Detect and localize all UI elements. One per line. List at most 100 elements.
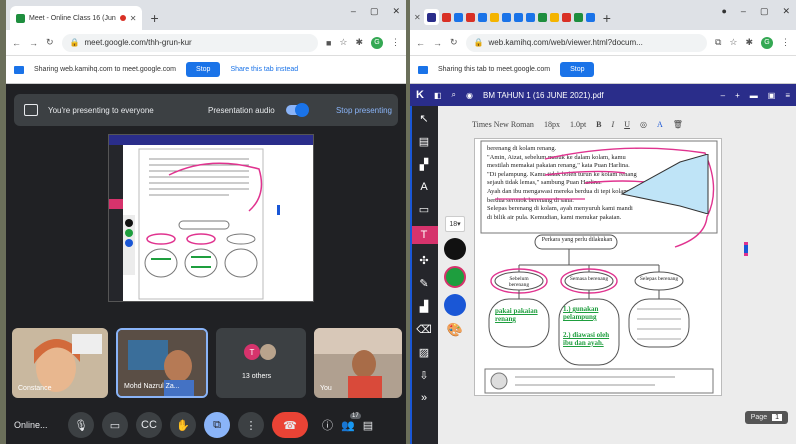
present-now-button[interactable]: ⧉	[204, 412, 230, 438]
profile-avatar[interactable]: G	[761, 36, 773, 49]
forward-icon[interactable]: →	[433, 38, 442, 48]
participant-tile[interactable]: Mohd Nazrul Za...	[116, 328, 208, 398]
font-size-select[interactable]: 18px	[544, 120, 560, 129]
info-icon[interactable]: ⓘ	[322, 417, 333, 433]
note-tool-icon[interactable]: ▭	[419, 203, 429, 216]
folder-icon[interactable]: ▬	[750, 91, 758, 100]
line-spacing-select[interactable]: 1.0pt	[570, 120, 586, 129]
raise-hand-button[interactable]: ✋	[170, 412, 196, 438]
delete-icon[interactable]: 🗑	[673, 120, 683, 129]
highlight-tool-icon[interactable]: ▞	[420, 158, 428, 171]
sidebar-toggle-icon[interactable]: ◧	[434, 91, 442, 100]
close-window-icon[interactable]: ✕	[782, 6, 790, 17]
color-green-swatch[interactable]	[444, 266, 466, 288]
select-tool-icon[interactable]: ↖	[419, 112, 428, 125]
microphone-button[interactable]: 🎙	[68, 412, 94, 438]
bold-icon[interactable]: B	[596, 120, 601, 129]
page-number-input[interactable]: 1	[772, 414, 782, 421]
shape-tool-icon[interactable]: ▟	[420, 300, 428, 313]
leave-call-button[interactable]: ☎	[272, 412, 308, 438]
address-bar[interactable]: 🔒 web.kamihq.com/web/viewer.html?docum..…	[465, 33, 707, 52]
text-cursor-handle[interactable]	[744, 242, 748, 256]
stop-sharing-button[interactable]: Stop	[186, 62, 221, 77]
pen-tool-icon[interactable]: ✎	[419, 277, 428, 290]
text-color-icon[interactable]: A	[657, 120, 663, 129]
menu-icon[interactable]: ≡	[785, 91, 790, 100]
color-black-swatch[interactable]	[444, 238, 466, 260]
reload-icon[interactable]: ↻	[46, 37, 54, 48]
tab-kami[interactable]	[423, 9, 439, 25]
forward-icon[interactable]: →	[29, 38, 38, 48]
comment-tool-icon[interactable]: ▤	[419, 135, 429, 148]
underline-icon[interactable]: U	[624, 120, 630, 129]
signature-tool-icon[interactable]: ⇩	[419, 369, 428, 382]
background-fill-icon[interactable]: ◎	[640, 120, 647, 129]
text-size-select[interactable]: 18▾	[445, 216, 465, 232]
tab-favicon-icon[interactable]	[465, 12, 475, 22]
tab-favicon-icon[interactable]	[501, 12, 511, 22]
tab-favicon-icon[interactable]	[549, 12, 559, 22]
tab-favicon-icon[interactable]	[441, 12, 451, 22]
address-bar[interactable]: 🔒 meet.google.com/thh-grun-kur	[61, 33, 318, 52]
kami-logo-icon[interactable]: K	[416, 89, 424, 101]
tab-favicon-icon[interactable]	[477, 12, 487, 22]
maximize-icon[interactable]: ▢	[370, 6, 379, 17]
participant-tile[interactable]: Constance	[12, 328, 108, 398]
font-family-select[interactable]: Times New Roman	[472, 120, 534, 129]
record-icon[interactable]: ●	[721, 6, 726, 17]
participant-tile-self[interactable]: You	[314, 328, 402, 398]
captions-button[interactable]: CC	[136, 412, 162, 438]
palette-icon[interactable]: 🎨	[447, 322, 463, 338]
extensions-icon[interactable]: ✱	[745, 37, 753, 48]
camera-button[interactable]: ▭	[102, 412, 128, 438]
stop-presenting-button[interactable]: Stop presenting	[334, 105, 394, 116]
chat-icon[interactable]: ▤	[363, 419, 373, 432]
cast-icon[interactable]: ⧉	[715, 37, 721, 48]
expand-icon[interactable]: »	[421, 392, 427, 404]
save-icon[interactable]: ▣	[768, 91, 776, 100]
zoom-in-icon[interactable]: +	[735, 91, 740, 100]
more-options-button[interactable]: ⋮	[238, 412, 264, 438]
text-tool-icon[interactable]: T	[410, 226, 438, 244]
search-icon[interactable]: ⌕	[452, 90, 456, 100]
tab-favicon-icon[interactable]	[561, 12, 571, 22]
presentation-audio-toggle[interactable]	[286, 103, 309, 117]
back-icon[interactable]: ←	[416, 38, 425, 48]
tab-favicon-icon[interactable]	[453, 12, 463, 22]
tab-favicon-icon[interactable]	[513, 12, 523, 22]
camera-icon[interactable]: ■	[326, 38, 331, 48]
minimize-icon[interactable]: –	[741, 6, 746, 17]
tab-favicon-icon[interactable]	[573, 12, 583, 22]
menu-icon[interactable]: ⋮	[391, 37, 400, 48]
share-this-tab-button[interactable]: Share this tab instead	[230, 66, 298, 73]
close-tab-icon[interactable]: ✕	[130, 14, 137, 23]
close-tab-icon[interactable]: ✕	[414, 13, 421, 22]
back-icon[interactable]: ←	[12, 38, 21, 48]
new-tab-button[interactable]: +	[150, 10, 158, 26]
tab-favicon-icon[interactable]	[585, 12, 595, 22]
extensions-icon[interactable]: ✱	[355, 37, 363, 48]
new-tab-button[interactable]: +	[603, 10, 611, 26]
zoom-out-icon[interactable]: –	[721, 91, 725, 100]
star-icon[interactable]: ☆	[339, 37, 347, 48]
tab-favicon-icon[interactable]	[489, 12, 499, 22]
maximize-icon[interactable]: ▢	[760, 6, 769, 17]
italic-icon[interactable]: I	[612, 120, 615, 129]
image-tool-icon[interactable]: ▨	[419, 346, 429, 359]
tab-favicon-icon[interactable]	[537, 12, 547, 22]
move-tool-icon[interactable]: ✣	[419, 254, 428, 267]
reload-icon[interactable]: ↻	[450, 37, 458, 48]
stop-sharing-button[interactable]: Stop	[560, 62, 595, 77]
eraser-tool-icon[interactable]: ⌫	[416, 323, 432, 336]
people-icon[interactable]: 👥 17	[341, 412, 361, 432]
participant-tile[interactable]: T 13 others	[216, 328, 306, 398]
tab-favicon-icon[interactable]	[525, 12, 535, 22]
tab-meet[interactable]: Meet - Online Class 16 (Jun ✕	[10, 6, 143, 30]
color-blue-swatch[interactable]	[444, 294, 466, 316]
underline-tool-icon[interactable]: A	[420, 181, 427, 193]
minimize-icon[interactable]: –	[351, 6, 356, 17]
star-icon[interactable]: ☆	[729, 37, 737, 48]
profile-avatar[interactable]: G	[371, 36, 383, 49]
menu-icon[interactable]: ⋮	[781, 37, 790, 48]
close-window-icon[interactable]: ✕	[392, 6, 400, 17]
